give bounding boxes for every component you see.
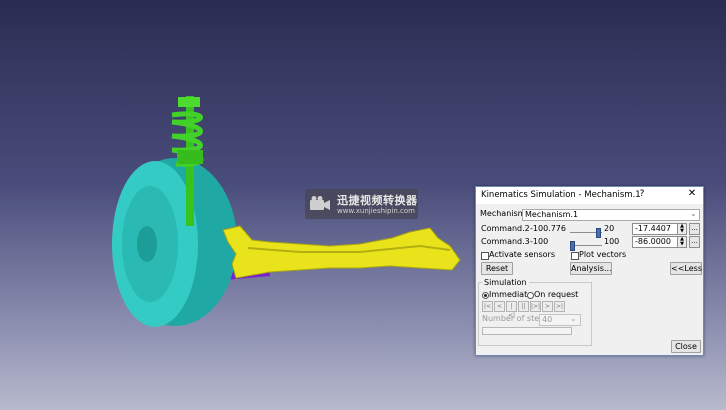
on-request-label: On request	[534, 290, 579, 299]
step-back-button[interactable]: <	[494, 301, 505, 312]
simulation-progress-bar	[482, 327, 572, 335]
command2-max: 20	[604, 224, 615, 233]
command3-spinner[interactable]: ▲ ▼	[677, 236, 687, 248]
help-button[interactable]: ?	[635, 189, 649, 202]
pause-button[interactable]: ||	[518, 301, 529, 312]
command3-min: -100	[530, 237, 549, 246]
command3-label: Command.3	[481, 237, 530, 246]
command2-spinner[interactable]: ▲ ▼	[677, 223, 687, 235]
watermark: 迅捷视频转换器 www.xunjieshipin.com	[305, 189, 418, 219]
reset-button[interactable]: Reset	[481, 262, 513, 275]
mechanism-select[interactable]: Mechanism.1 ⌄	[522, 209, 700, 221]
play-forward-button[interactable]: |>|	[530, 301, 541, 312]
close-window-button[interactable]: ✕	[685, 188, 699, 202]
command2-value-field[interactable]: -17.4407	[632, 223, 678, 235]
steps-select[interactable]: 40 ⌄	[539, 314, 581, 326]
command2-slider-thumb[interactable]	[596, 228, 602, 238]
camera-logo-icon	[310, 196, 330, 210]
command2-more-button[interactable]: ...	[689, 223, 700, 235]
less-button[interactable]: <<Less	[670, 262, 702, 275]
mechanism-value: Mechanism.1	[525, 210, 579, 219]
analysis-button[interactable]: Analysis...	[570, 262, 612, 275]
on-request-radio[interactable]	[527, 292, 534, 299]
command3-max: 100	[604, 237, 620, 246]
play-backward-button[interactable]: |<|	[506, 301, 517, 319]
chevron-down-icon: ⌄	[690, 209, 697, 218]
activate-sensors-label: Activate sensors	[489, 250, 556, 259]
immediate-label: Immediate	[489, 290, 533, 299]
jump-to-end-button[interactable]: >|	[554, 301, 565, 312]
plot-vectors-checkbox[interactable]	[571, 252, 579, 260]
command2-min: -100.776	[530, 224, 566, 233]
close-button[interactable]: Close	[671, 340, 701, 353]
activate-sensors-checkbox[interactable]	[481, 252, 489, 260]
mechanism-label: Mechanism:	[480, 209, 529, 218]
watermark-url: www.xunjieshipin.com	[337, 207, 415, 215]
simulation-label: Simulation	[482, 278, 529, 287]
title-bar: Kinematics Simulation - Mechanism.1 ? ✕	[476, 187, 703, 204]
spring-top-mount	[178, 97, 200, 107]
dialog-title: Kinematics Simulation - Mechanism.1	[481, 190, 641, 200]
steps-chevron-icon: ⌄	[570, 314, 577, 323]
command3-value-field[interactable]: -86.0000	[632, 236, 678, 248]
command3-slider-thumb[interactable]	[570, 241, 576, 251]
command2-label: Command.2	[481, 224, 530, 233]
jump-to-start-button[interactable]: |<	[482, 301, 493, 312]
command3-more-button[interactable]: ...	[689, 236, 700, 248]
steps-value: 40	[542, 315, 553, 324]
step-forward-button[interactable]: >	[542, 301, 553, 312]
plot-vectors-label: Plot vectors	[579, 250, 627, 259]
immediate-radio[interactable]	[482, 292, 489, 299]
spring-bottom-mount	[177, 150, 203, 164]
watermark-title: 迅捷视频转换器	[337, 194, 418, 207]
hub	[137, 226, 157, 262]
